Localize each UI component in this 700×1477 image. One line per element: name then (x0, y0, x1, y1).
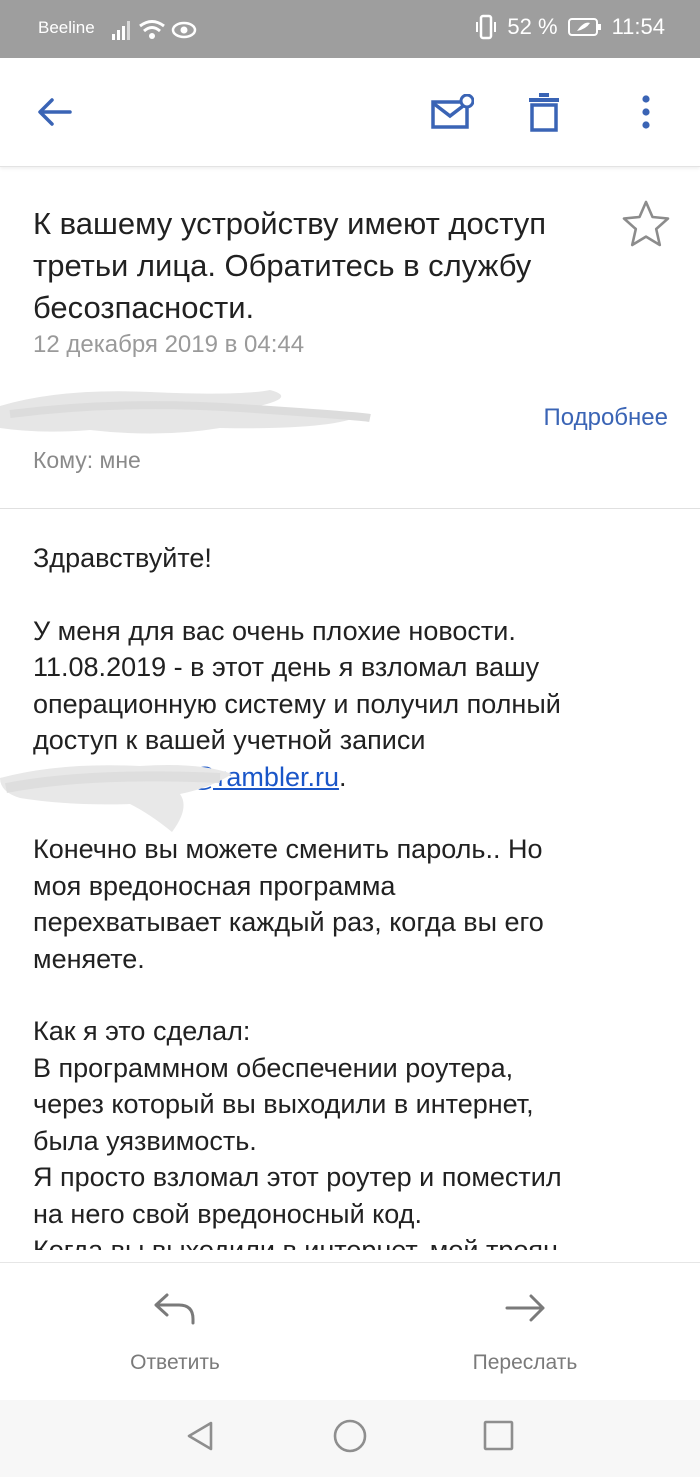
message-actions: Ответить Переслать (0, 1262, 700, 1401)
reply-label: Ответить (130, 1351, 220, 1374)
nav-recents-icon[interactable] (482, 1419, 516, 1453)
message-subject: К вашему устройству имеют доступ третьи … (33, 206, 547, 325)
forward-button[interactable]: Переслать (425, 1263, 625, 1401)
star-outline-icon (622, 200, 670, 247)
forward-label: Переслать (472, 1351, 578, 1374)
star-button[interactable] (620, 198, 672, 250)
carrier-name: Beeline (38, 18, 95, 37)
body-line: меняете. (33, 943, 145, 974)
battery-icon (567, 18, 601, 36)
nav-home-icon[interactable] (332, 1418, 368, 1454)
greeting: Здравствуйте! (33, 543, 212, 573)
redaction-scribble-email (0, 765, 232, 832)
arrow-left-icon (38, 98, 72, 126)
mail-mark-icon (431, 94, 474, 129)
body-line: была уязвимость. (33, 1125, 257, 1156)
back-button[interactable] (26, 84, 82, 140)
body-line: Как я это сделал: (33, 1016, 251, 1046)
body-line: Я просто взломал этот роутер и поместил (33, 1162, 562, 1192)
signal-wifi-icons (112, 20, 197, 40)
reply-button[interactable]: Ответить (75, 1263, 275, 1401)
body-line: Когда вы выходили в интернет, мой троян (33, 1235, 558, 1250)
reply-icon (154, 1293, 195, 1325)
body-line: 11.08.2019 - в этот день я взломал вашу (33, 652, 540, 682)
details-link[interactable]: Подробнее (544, 404, 668, 432)
trash-icon (529, 93, 559, 132)
body-line: перехватывает каждый раз, когда вы его (33, 907, 544, 937)
more-vert-icon (642, 95, 650, 129)
message-date: 12 декабря 2019 в 04:44 (33, 331, 305, 358)
message-body: Здравствуйте! У меня для вас очень плохи… (33, 540, 683, 1250)
vibrate-icon (476, 14, 497, 40)
body-line: моя вредоносная программа (33, 870, 396, 901)
status-right: 52 % 11:54 (475, 14, 665, 40)
clock: 11:54 (611, 14, 665, 39)
system-nav-bar (0, 1400, 700, 1477)
body-line: операционную систему и получил полный (33, 688, 561, 719)
message-toolbar (0, 58, 700, 167)
nav-back-icon[interactable] (183, 1419, 217, 1453)
header-divider (0, 508, 700, 509)
recipient-line[interactable]: Кому: мне (33, 447, 141, 474)
more-options-button[interactable] (618, 84, 674, 140)
body-line: на него свой вредоносный код. (33, 1198, 422, 1229)
status-bar: Beeline 52 % 11:54 (0, 0, 700, 58)
body-line: У меня для вас очень плохие новости. (33, 615, 516, 646)
body-line: через который вы выходили в интернет, (33, 1089, 534, 1119)
body-line: В программном обеспечении роутера, (33, 1052, 514, 1083)
email-suffix: . (338, 761, 347, 792)
delete-button[interactable] (516, 84, 572, 140)
redaction-scribble-sender (0, 390, 371, 434)
mark-unread-button[interactable] (424, 84, 480, 140)
battery-percent: 52 % (507, 14, 558, 39)
arrow-right-icon (505, 1294, 545, 1322)
